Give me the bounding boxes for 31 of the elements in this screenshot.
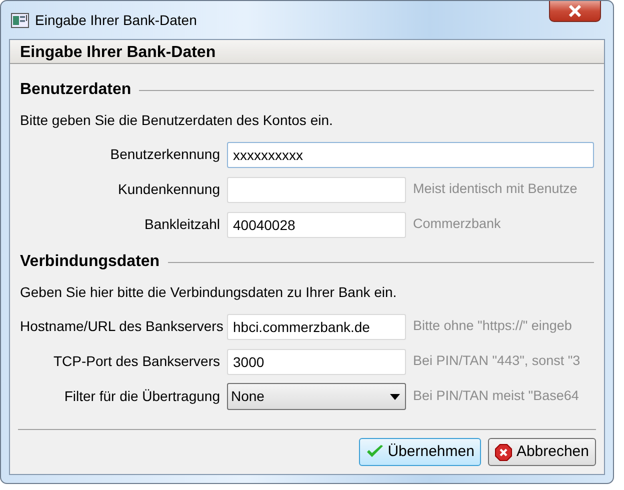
field-label: Hostname/URL des Bankservers [20, 317, 224, 336]
input-field[interactable]: 40040028 [227, 212, 406, 238]
field-label: Bankleitzahl [144, 215, 221, 234]
field-label: Benutzerkennung [109, 145, 221, 164]
close-icon [568, 5, 582, 17]
hint-text: Meist identisch mit Benutze [412, 180, 578, 198]
instruction-text: Bitte geben Sie die Benutzerdaten des Kontos ein. [20, 111, 334, 130]
hint-text: Bei PIN/TAN "443", sonst "3 [412, 352, 580, 370]
window-title: Eingabe Ihrer Bank-Daten [35, 10, 197, 30]
field-label: TCP-Port des Bankservers [52, 352, 221, 371]
input-field[interactable] [227, 176, 406, 202]
dialog-header: Eingabe Ihrer Bank-Daten [10, 40, 604, 64]
section-heading: Verbindungsdaten [20, 252, 160, 272]
field-label: Filter für die Übertragung [63, 387, 221, 406]
apply-button[interactable]: Übernehmen [358, 438, 482, 466]
window-icon [11, 12, 29, 28]
input-field[interactable]: xxxxxxxxxx [227, 142, 594, 168]
dropdown-arrow-icon [390, 394, 400, 400]
input-field[interactable]: hbci.commerzbank.de [227, 314, 406, 340]
hint-text: Bitte ohne "https://" eingeb [412, 317, 572, 336]
input-field[interactable]: 3000 [227, 348, 406, 374]
field-label: Kundenkennung [117, 180, 221, 199]
hint-text: Bei PIN/TAN meist "Base64 [412, 387, 579, 406]
section-heading: Benutzerdaten [20, 80, 132, 100]
checkmark-icon [366, 445, 384, 459]
filter-dropdown[interactable]: None [227, 383, 406, 410]
close-button[interactable] [549, 1, 601, 22]
cancel-button[interactable]: Abbrechen [488, 438, 596, 466]
hint-text: Commerzbank [412, 215, 501, 234]
instruction-text: Geben Sie hier bitte die Verbindungsdaten zu Ihrer Bank ein. [20, 283, 398, 302]
cancel-icon [495, 444, 512, 460]
